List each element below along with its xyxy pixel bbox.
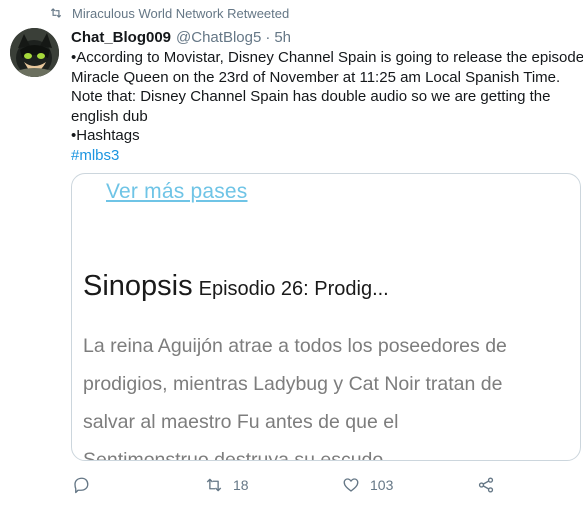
retweet-button[interactable]: 18 — [205, 471, 249, 499]
like-count: 103 — [370, 477, 394, 493]
card-title-main: Sinopsis — [83, 270, 193, 302]
share-icon — [478, 477, 494, 493]
tweet-text-line: english dub — [71, 107, 148, 125]
synopsis-line: salvar al maestro Fu antes de que el — [83, 411, 399, 433]
retweet-icon — [50, 8, 62, 18]
tweet-timestamp[interactable]: 5h — [274, 29, 291, 46]
retweet-count: 18 — [233, 477, 249, 493]
user-handle[interactable]: @ChatBlog5 — [176, 29, 261, 46]
like-button[interactable]: 103 — [342, 471, 393, 499]
heart-icon — [343, 478, 359, 492]
card-title: Sinopsis Episodio 26: Prodig... — [83, 270, 389, 303]
tweet-text-line: Note that: Disney Channel Spain has doub… — [71, 88, 551, 105]
synopsis-line: La reina Aguijón atrae a todos los posee… — [83, 335, 507, 357]
card-title-episode: Episodio 26: Prodig... — [198, 278, 389, 300]
tweet-text-line: •Hashtags — [71, 127, 140, 144]
card-see-more-link: Ver más pases — [106, 180, 248, 203]
tweet-text-line: Miracle Queen on the 23rd of November at… — [71, 68, 561, 86]
media-card[interactable]: Ver más pases Sinopsis Episodio 26: Prodi… — [71, 173, 581, 461]
hashtag-link[interactable]: #mlbs3 — [71, 146, 581, 166]
retweet-context[interactable]: Miraculous World Network Retweeted — [49, 5, 289, 21]
display-name[interactable]: Chat_Blog009 — [71, 29, 171, 46]
reply-icon — [74, 477, 89, 494]
tweet-text-line: •According to Movistar, Disney Channel S… — [71, 49, 583, 66]
tweet-text: •According to Movistar, Disney Channel S… — [71, 48, 583, 166]
tweet-actions: 18 103 — [0, 471, 583, 499]
separator-dot: · — [265, 29, 271, 46]
tweet-header: Chat_Blog009 @ChatBlog5 · 5h — [71, 29, 291, 46]
retweet-context-text: Miraculous World Network Retweeted — [72, 5, 290, 21]
synopsis-line: Sentimonstruo destruya su escudo. — [83, 449, 389, 461]
avatar[interactable] — [10, 28, 59, 77]
synopsis-line: prodigios, mientras Ladybug y Cat Noir t… — [83, 373, 503, 395]
retweet-icon — [206, 478, 222, 492]
reply-button[interactable] — [72, 471, 90, 499]
card-synopsis: La reina Aguijón atrae a todos los posee… — [83, 327, 573, 461]
share-button[interactable] — [477, 471, 495, 499]
